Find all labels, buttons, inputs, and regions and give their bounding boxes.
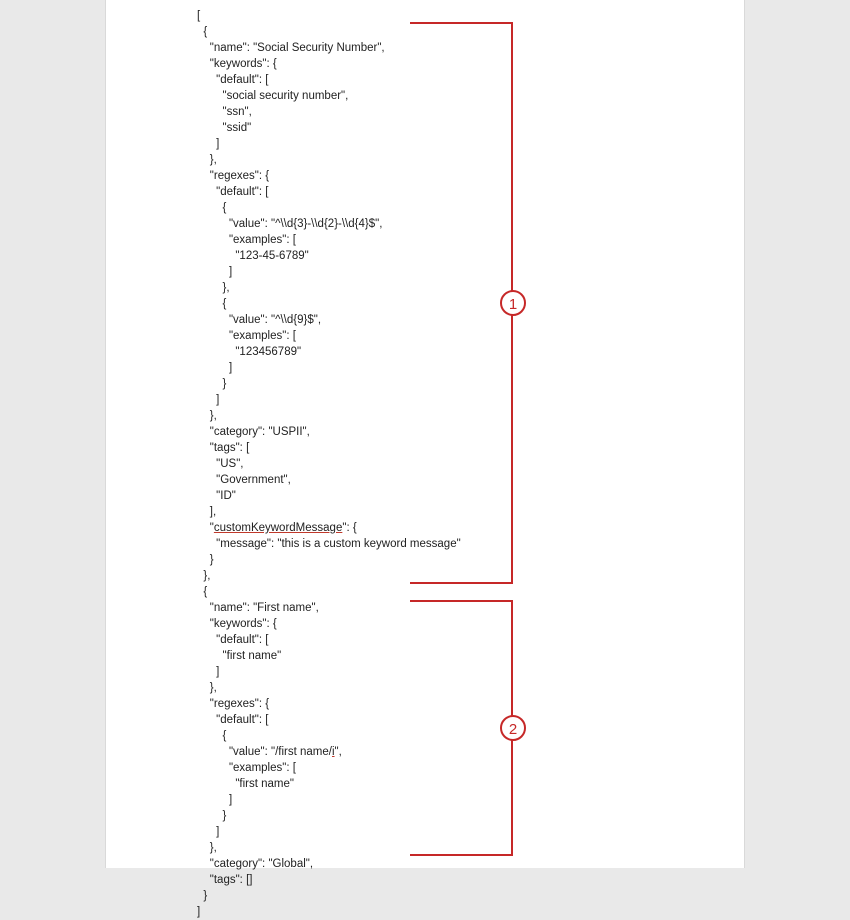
json-config-code: [ { "name": "Social Security Number", "k…	[197, 8, 627, 920]
